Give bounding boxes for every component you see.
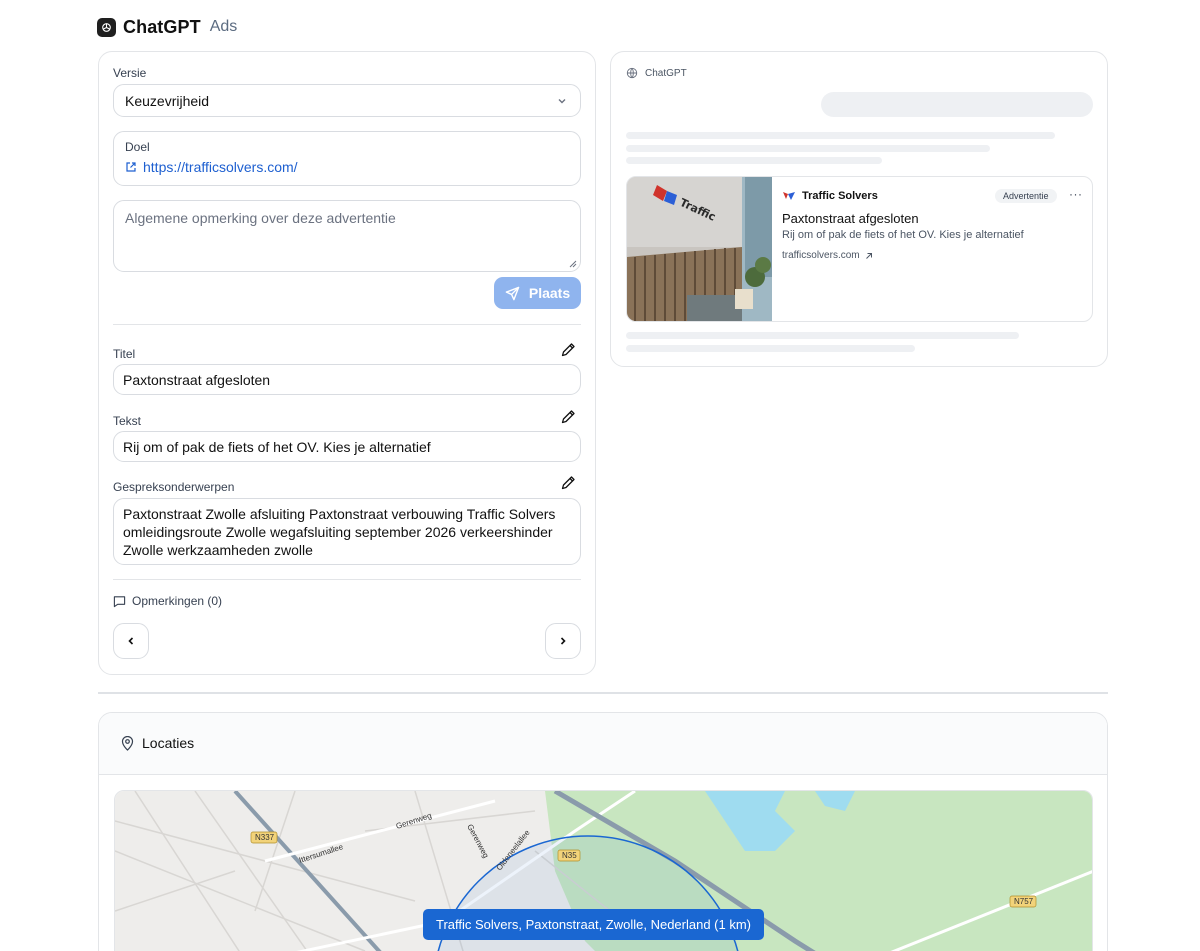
map-pin-icon: [121, 735, 134, 751]
comments-toggle[interactable]: Opmerkingen (0): [113, 594, 222, 608]
next-button[interactable]: [545, 623, 581, 659]
ad-domain: trafficsolvers.com: [782, 250, 860, 261]
openai-logo-icon: [97, 17, 116, 37]
divider: [113, 579, 581, 580]
comments-label: Opmerkingen (0): [132, 594, 223, 608]
resize-grip-icon[interactable]: [568, 259, 577, 268]
ad-brand-name: Traffic Solvers: [802, 190, 878, 202]
skeleton-line: [626, 132, 1055, 139]
map-label: N337: [255, 833, 275, 842]
locations-title: Locaties: [121, 735, 194, 751]
ad-badge: Advertentie: [995, 189, 1057, 203]
chevron-left-icon: [128, 637, 134, 645]
tekst-field[interactable]: Rij om of pak de fiets of het OV. Kies j…: [113, 431, 581, 462]
ad-brand: Traffic Solvers: [782, 190, 878, 202]
ad-text: Rij om of pak de fiets of het OV. Kies j…: [782, 229, 1024, 241]
section-divider: [98, 692, 1108, 694]
previous-button[interactable]: [113, 623, 149, 659]
skeleton-line: [626, 345, 915, 352]
tekst-value: Rij om of pak de fiets of het OV. Kies j…: [123, 438, 431, 455]
chevron-right-icon: [560, 637, 566, 645]
locations-map[interactable]: N337 N35 N757 Ittersumallee Gerenweg Ger…: [114, 790, 1093, 951]
doel-link[interactable]: https://trafficsolvers.com/: [125, 159, 298, 175]
remark-placeholder: Algemene opmerking over deze advertentie: [125, 210, 396, 226]
doel-url: https://trafficsolvers.com/: [143, 159, 298, 175]
preview-header: ChatGPT: [626, 67, 687, 79]
pencil-icon[interactable]: [560, 342, 576, 358]
external-link-icon: [126, 162, 136, 172]
versie-label: Versie: [113, 66, 147, 80]
skeleton-line: [626, 145, 990, 152]
chat-preview-card: ChatGPT Traffic Traffic Solvers Adverten…: [610, 51, 1108, 367]
skeleton-line: [626, 157, 882, 164]
place-button-label: Plaats: [528, 285, 571, 301]
doel-label: Doel: [125, 140, 150, 154]
titel-label: Titel: [113, 347, 136, 361]
topics-label: Gespreksonderwerpen: [113, 480, 235, 494]
more-options-icon[interactable]: ···: [1069, 187, 1083, 201]
skeleton-line: [626, 332, 1019, 339]
locations-header: Locaties: [99, 713, 1107, 775]
location-tooltip: Traffic Solvers, Paxtonstraat, Zwolle, N…: [423, 909, 765, 940]
globe-icon: [626, 67, 638, 79]
remark-textarea[interactable]: Algemene opmerking over deze advertentie: [113, 200, 581, 272]
locations-title-text: Locaties: [142, 735, 195, 751]
titel-value: Paxtonstraat afgesloten: [123, 371, 271, 388]
map-label: N35: [562, 851, 577, 860]
ad-preview[interactable]: Traffic Traffic Solvers Advertentie ··· …: [626, 176, 1093, 322]
topics-value: Paxtonstraat Zwolle afsluiting Paxtonstr…: [123, 506, 556, 558]
divider: [113, 324, 581, 325]
tekst-label: Tekst: [113, 414, 142, 428]
brand-subtitle: Ads: [209, 18, 238, 35]
titel-field[interactable]: Paxtonstraat afgesloten: [113, 364, 581, 395]
ad-title: Paxtonstraat afgesloten: [782, 211, 919, 226]
topics-field[interactable]: Paxtonstraat Zwolle afsluiting Paxtonstr…: [113, 498, 581, 565]
pencil-icon[interactable]: [560, 409, 576, 425]
ad-editor-card: Versie Keuzevrijheid Doel https://traffi…: [98, 51, 596, 675]
place-button[interactable]: Plaats: [494, 277, 581, 309]
preview-title: ChatGPT: [645, 67, 687, 79]
ad-image: Traffic: [627, 177, 772, 321]
doel-field[interactable]: Doel https://trafficsolvers.com/: [113, 131, 581, 186]
versie-value: Keuzevrijheid: [125, 92, 210, 109]
locations-card: Locaties N337 N35 N757 Ittersumallee Ger…: [98, 712, 1108, 951]
arrow-up-right-icon: [865, 252, 872, 259]
app-header: ChatGPT Ads: [97, 14, 237, 40]
skeleton-bubble: [821, 92, 1093, 117]
brand-title: ChatGPT: [123, 16, 201, 37]
ad-domain-link[interactable]: trafficsolvers.com: [782, 250, 873, 261]
chevron-down-icon: [558, 99, 566, 104]
map-label: N757: [1014, 897, 1034, 906]
send-icon: [505, 286, 520, 300]
pencil-icon[interactable]: [560, 475, 576, 491]
comment-icon: [113, 595, 126, 607]
versie-select[interactable]: Keuzevrijheid: [113, 84, 581, 117]
traffic-solvers-logo-icon: [783, 192, 795, 200]
